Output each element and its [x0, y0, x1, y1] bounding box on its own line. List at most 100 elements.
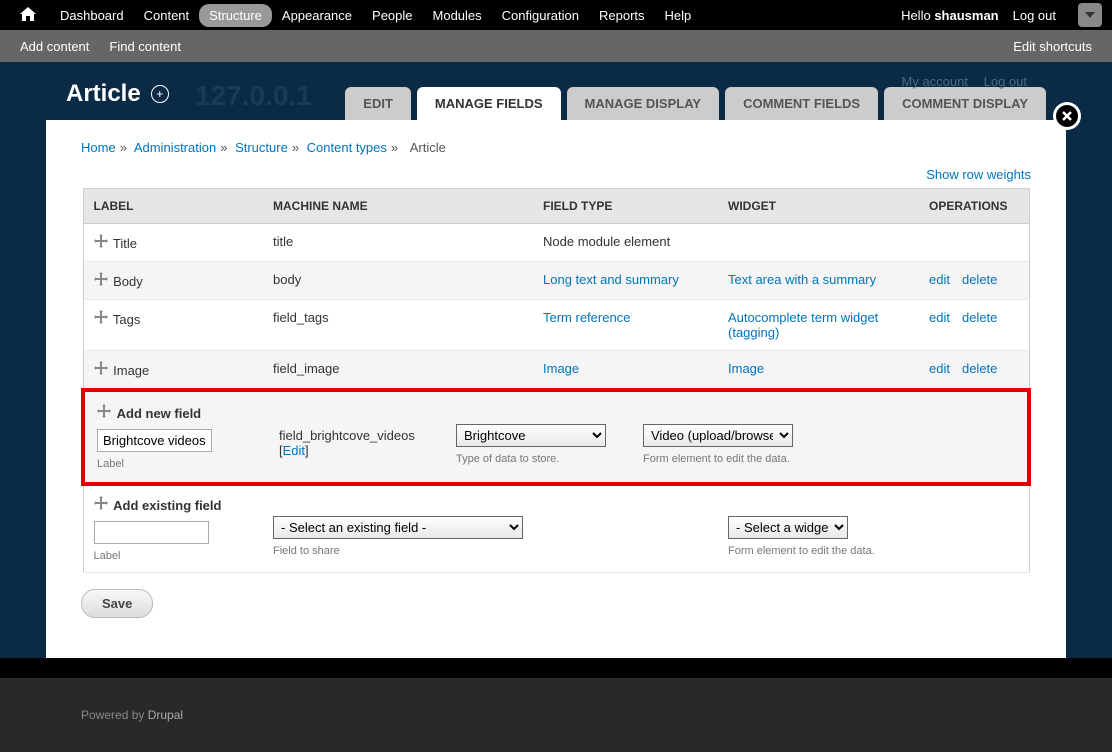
row-weights-toggle: Show row weights [81, 167, 1031, 182]
delete-link[interactable]: delete [962, 272, 997, 287]
toolbar-item-help[interactable]: Help [655, 4, 702, 27]
edit-link[interactable]: edit [929, 361, 950, 376]
drag-handle-icon[interactable] [94, 234, 110, 251]
find-content-link[interactable]: Find content [109, 39, 181, 54]
field-label: Tags [113, 312, 140, 327]
drag-handle-icon[interactable] [97, 404, 113, 421]
page-background: My account Log out 127.0.0.1 Article + E… [0, 62, 1112, 658]
drag-handle-icon[interactable] [94, 361, 110, 378]
toolbar-right: Hello shausman Log out [901, 3, 1102, 27]
table-row: Title title Node module element [83, 224, 1029, 262]
fields-table: LABEL MACHINE NAME FIELD TYPE WIDGET OPE… [81, 188, 1031, 573]
existing-label-help: Label [94, 550, 254, 562]
widget-select[interactable]: Video (upload/browse) [643, 424, 793, 447]
existing-label-input[interactable] [94, 521, 209, 544]
new-field-label-input[interactable] [97, 429, 212, 452]
tab-comment-fields[interactable]: COMMENT FIELDS [725, 87, 878, 120]
widget-link[interactable]: Text area with a summary [728, 272, 876, 287]
toolbar-item-reports[interactable]: Reports [589, 4, 655, 27]
toolbar-item-content[interactable]: Content [134, 4, 200, 27]
delete-link[interactable]: delete [962, 310, 997, 325]
field-type-text: Node module element [543, 234, 670, 249]
edit-link[interactable]: edit [929, 310, 950, 325]
tabs: EDITMANAGE FIELDSMANAGE DISPLAYCOMMENT F… [345, 87, 1046, 120]
drag-handle-icon[interactable] [94, 496, 110, 513]
field-label: Image [113, 363, 149, 378]
field-type-link[interactable]: Term reference [543, 310, 630, 325]
add-content-link[interactable]: Add content [20, 39, 89, 54]
field-type-select[interactable]: Brightcove [456, 424, 606, 447]
tab-edit[interactable]: EDIT [345, 87, 411, 120]
save-button[interactable]: Save [81, 589, 153, 618]
powered-by: Powered by [81, 708, 148, 722]
tab-manage-display[interactable]: MANAGE DISPLAY [567, 87, 720, 120]
toolbar-left: DashboardContentStructureAppearancePeopl… [10, 3, 701, 28]
show-row-weights-link[interactable]: Show row weights [926, 167, 1031, 182]
field-type-link[interactable]: Long text and summary [543, 272, 679, 287]
edit-shortcuts-link[interactable]: Edit shortcuts [1013, 39, 1092, 54]
toolbar-item-people[interactable]: People [362, 4, 422, 27]
existing-field-select[interactable]: - Select an existing field - [273, 516, 523, 539]
black-strip [0, 658, 1112, 678]
user-links: My account Log out [890, 74, 1027, 89]
footer: Powered by Drupal [0, 678, 1112, 752]
edit-link[interactable]: edit [929, 272, 950, 287]
page-title: Article [66, 80, 141, 108]
tab-comment-display[interactable]: COMMENT DISPLAY [884, 87, 1046, 120]
breadcrumb-content-types[interactable]: Content types [307, 140, 387, 155]
logout-link-2[interactable]: Log out [984, 74, 1027, 89]
edit-machine-link[interactable]: Edit [283, 443, 305, 458]
table-row: Image field_image Image Image edit delete [83, 351, 1029, 391]
add-existing-header: Add existing field [113, 498, 221, 513]
machine-name: title [263, 224, 533, 262]
my-account-link[interactable]: My account [902, 74, 968, 89]
machine-name: field_image [263, 351, 533, 391]
drag-handle-icon[interactable] [94, 272, 110, 289]
drag-handle-icon[interactable] [94, 310, 110, 327]
table-row: Tags field_tags Term reference Autocompl… [83, 300, 1029, 351]
existing-widget-select[interactable]: - Select a widget - [728, 516, 848, 539]
field-type-link[interactable]: Image [543, 361, 579, 376]
breadcrumb-current: Article [410, 140, 446, 155]
table-row: Body body Long text and summary Text are… [83, 262, 1029, 300]
hello-text: Hello shausman [901, 8, 999, 23]
widget-link[interactable]: Autocomplete term widget (tagging) [728, 310, 878, 340]
toolbar-item-configuration[interactable]: Configuration [492, 4, 589, 27]
field-label: Body [113, 274, 143, 289]
toolbar-item-dashboard[interactable]: Dashboard [50, 4, 134, 27]
field-label: Title [113, 236, 137, 251]
close-icon[interactable] [1053, 102, 1081, 130]
shortcut-left: Add content Find content [20, 39, 181, 54]
toolbar-item-appearance[interactable]: Appearance [272, 4, 362, 27]
th-widget: WIDGET [718, 189, 919, 224]
label-help: Label [97, 458, 257, 470]
tab-manage-fields[interactable]: MANAGE FIELDS [417, 87, 561, 120]
breadcrumb-home[interactable]: Home [81, 140, 116, 155]
delete-link[interactable]: delete [962, 361, 997, 376]
widget-help: Form element to edit the data. [643, 453, 903, 465]
admin-toolbar: DashboardContentStructureAppearancePeopl… [0, 0, 1112, 30]
breadcrumb-structure[interactable]: Structure [235, 140, 288, 155]
ghost-ip: 127.0.0.1 [195, 80, 312, 112]
th-ops: OPERATIONS [919, 189, 1029, 224]
overlay-content: Home» Administration» Structure» Content… [46, 120, 1066, 658]
th-label: LABEL [83, 189, 263, 224]
new-field-machine: field_brightcove_videos [279, 428, 415, 443]
shortcut-bar: Add content Find content Edit shortcuts [0, 30, 1112, 62]
add-shortcut-icon[interactable]: + [151, 85, 169, 103]
type-help: Type of data to store. [456, 453, 621, 465]
bracket2: ] [305, 443, 309, 458]
home-icon[interactable] [10, 3, 46, 28]
drupal-link[interactable]: Drupal [148, 708, 183, 722]
existing-field-help: Field to share [273, 545, 523, 557]
logout-link[interactable]: Log out [1003, 4, 1066, 27]
toolbar-item-structure[interactable]: Structure [199, 4, 272, 27]
widget-link[interactable]: Image [728, 361, 764, 376]
th-type: FIELD TYPE [533, 189, 718, 224]
breadcrumb-admin[interactable]: Administration [134, 140, 216, 155]
toolbar-item-modules[interactable]: Modules [423, 4, 492, 27]
toolbar-toggle[interactable] [1078, 3, 1102, 27]
machine-name: field_tags [263, 300, 533, 351]
th-machine: MACHINE NAME [263, 189, 533, 224]
machine-name: body [263, 262, 533, 300]
